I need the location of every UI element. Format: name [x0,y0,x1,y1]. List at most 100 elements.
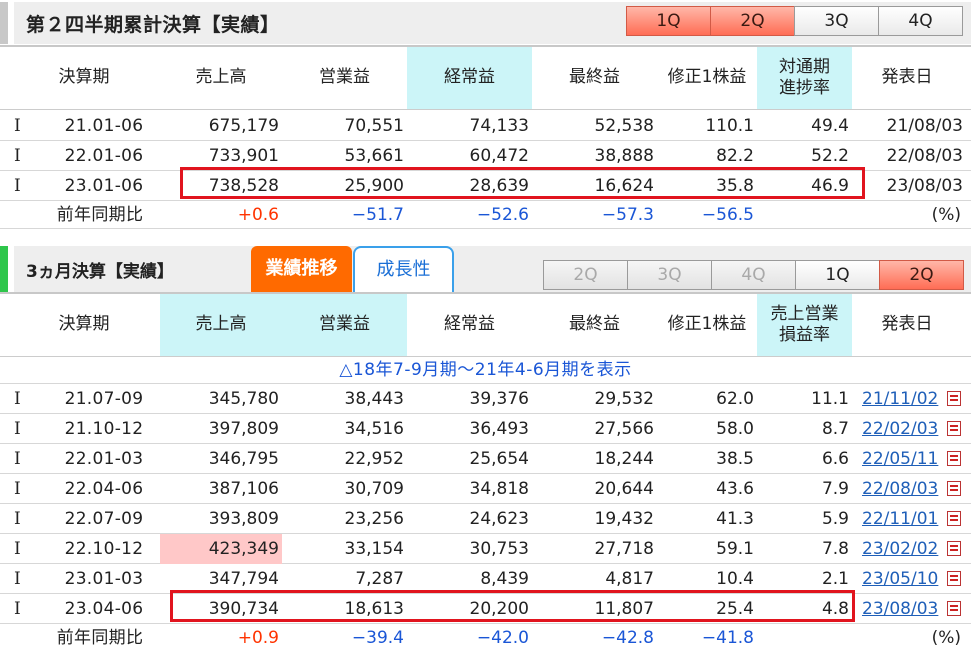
table-row: I 22.01-03 346,795 22,952 25,654 18,244 38.5 6.… [0,444,971,474]
cell-eps: 10.4 [716,569,754,589]
yoy-ordinary: −52.6 [476,205,529,225]
cell-net: 38,888 [594,146,654,166]
header-operating: 営業益 [282,294,407,356]
pdf-icon[interactable] [947,541,961,556]
table-row: I 22.01-06 733,901 53,661 60,472 38,888 82.2 52… [0,141,971,171]
tab-growth[interactable]: 成長性 [353,246,454,293]
tab-performance-trend[interactable]: 業績推移 [251,246,352,293]
cell-sales: 346,795 [208,449,279,469]
cell-ordinary: 39,376 [469,389,529,409]
cell-sales: 387,106 [208,479,279,499]
yoy-operating: −39.4 [351,628,404,648]
pdf-icon[interactable] [947,601,961,616]
quarterly-tab-4q: 4Q [711,260,796,290]
cell-net: 4,817 [605,569,654,589]
header-net: 最終益 [569,314,620,335]
cell-ordinary: 8,439 [480,569,529,589]
header-sales: 売上高 [195,67,247,88]
cell-eps: 110.1 [705,116,754,136]
header-period: 決算期 [58,314,110,335]
yoy-sales: +0.6 [237,205,279,225]
yoy-ordinary: −42.0 [476,628,529,648]
pdf-icon[interactable] [947,511,961,526]
announce-date: 21/08/03 [886,116,963,136]
cell-ratio: 6.6 [821,449,849,469]
cell-operating: 25,900 [344,176,404,196]
table-row: I 23.04-06 390,734 18,613 20,200 11,807 25.4 4.… [0,594,971,624]
cumulative-tab-4q[interactable]: 4Q [878,6,963,36]
cell-sales: 347,794 [208,569,279,589]
yoy-row: 前年同期比 +0.9 −39.4 −42.0 −42.8 −41.8 (%) [0,624,971,650]
row-mark: I [14,449,21,469]
quarterly-section-header: 3ヵ月決算【実績】 業績推移 成長性 2Q 3Q 4Q 1Q 2Q [0,245,971,294]
pdf-icon[interactable] [947,421,961,436]
quarterly-tab-1q[interactable]: 1Q [795,260,880,290]
table-row: I 23.01-06 738,528 25,900 28,639 16,624 35.8 46… [0,171,971,201]
cell-operating: 70,551 [344,116,404,136]
cell-ratio: 52.2 [811,146,849,166]
cell-ordinary: 25,654 [469,449,529,469]
cell-ordinary: 24,623 [469,509,529,529]
cell-ratio: 7.8 [821,539,849,559]
pdf-icon[interactable] [947,451,961,466]
cell-net: 29,532 [594,389,654,409]
cell-net: 11,807 [594,599,654,619]
quarterly-section-title: 3ヵ月決算【実績】 [26,262,174,282]
row-mark: I [14,146,21,166]
cell-operating: 7,287 [355,569,404,589]
show-older-periods-link[interactable]: △18年7-9月期～21年4-6月期を表示 [0,357,971,384]
cell-sales: 423,349 [160,534,282,564]
announce-date-link[interactable]: 22/05/11 [862,444,938,474]
cell-net: 19,432 [594,509,654,529]
row-mark: I [14,389,21,409]
announce-date-link[interactable]: 22/11/01 [862,504,938,534]
header-operating: 営業益 [319,67,370,88]
row-period: 21.01-06 [64,116,144,136]
announce-date-link[interactable]: 23/05/10 [862,564,938,594]
cell-operating: 22,952 [344,449,404,469]
header-progress: 対通期 進捗率 [757,47,852,109]
cumulative-tab-2q[interactable]: 2Q [710,6,795,36]
yoy-operating: −51.7 [351,205,404,225]
announce-date-link[interactable]: 23/08/03 [862,594,938,624]
section-accent-bar [0,2,8,44]
cell-net: 20,644 [594,479,654,499]
cell-ordinary: 60,472 [469,146,529,166]
header-net: 最終益 [569,67,620,88]
cell-ordinary: 30,753 [469,539,529,559]
yoy-eps: −56.5 [701,205,754,225]
pdf-icon[interactable] [947,391,961,406]
cell-ratio: 7.9 [821,479,849,499]
cumulative-tab-1q[interactable]: 1Q [626,6,711,36]
announce-date-link[interactable]: 23/02/02 [862,534,938,564]
row-period: 22.07-09 [64,509,144,529]
announce-date-link[interactable]: 21/11/02 [862,384,938,414]
cell-ordinary: 36,493 [469,419,529,439]
table-row: I 23.01-03 347,794 7,287 8,439 4,817 10.4 2.1 23… [0,564,971,594]
cell-net: 27,566 [594,419,654,439]
cell-ordinary: 20,200 [469,599,529,619]
announce-date-link[interactable]: 22/08/03 [862,474,938,504]
row-period: 23.01-03 [64,569,144,589]
header-ordinary: 経常益 [407,47,532,109]
announce-date-link[interactable]: 22/02/03 [862,414,938,444]
yoy-label: 前年同期比 [56,628,144,648]
table-row: I 22.10-12 423,349 33,154 30,753 27,718 59.1 7.… [0,534,971,564]
cell-eps: 35.8 [716,176,754,196]
header-announce: 発表日 [881,67,933,88]
cell-eps: 41.3 [716,509,754,529]
cell-operating: 33,154 [344,539,404,559]
pdf-icon[interactable] [947,571,961,586]
quarterly-tab-2q[interactable]: 2Q [879,260,964,290]
cell-ratio: 2.1 [821,569,849,589]
cell-net: 52,538 [594,116,654,136]
cell-eps: 38.5 [716,449,754,469]
row-period: 23.04-06 [64,599,144,619]
row-period: 22.01-03 [64,449,144,469]
cumulative-tab-3q[interactable]: 3Q [794,6,879,36]
pdf-icon[interactable] [947,481,961,496]
cell-sales: 733,901 [208,146,279,166]
cell-eps: 82.2 [716,146,754,166]
header-ordinary: 経常益 [444,314,495,335]
yoy-row: 前年同期比 +0.6 −51.7 −52.6 −57.3 −56.5 (%) [0,201,971,229]
